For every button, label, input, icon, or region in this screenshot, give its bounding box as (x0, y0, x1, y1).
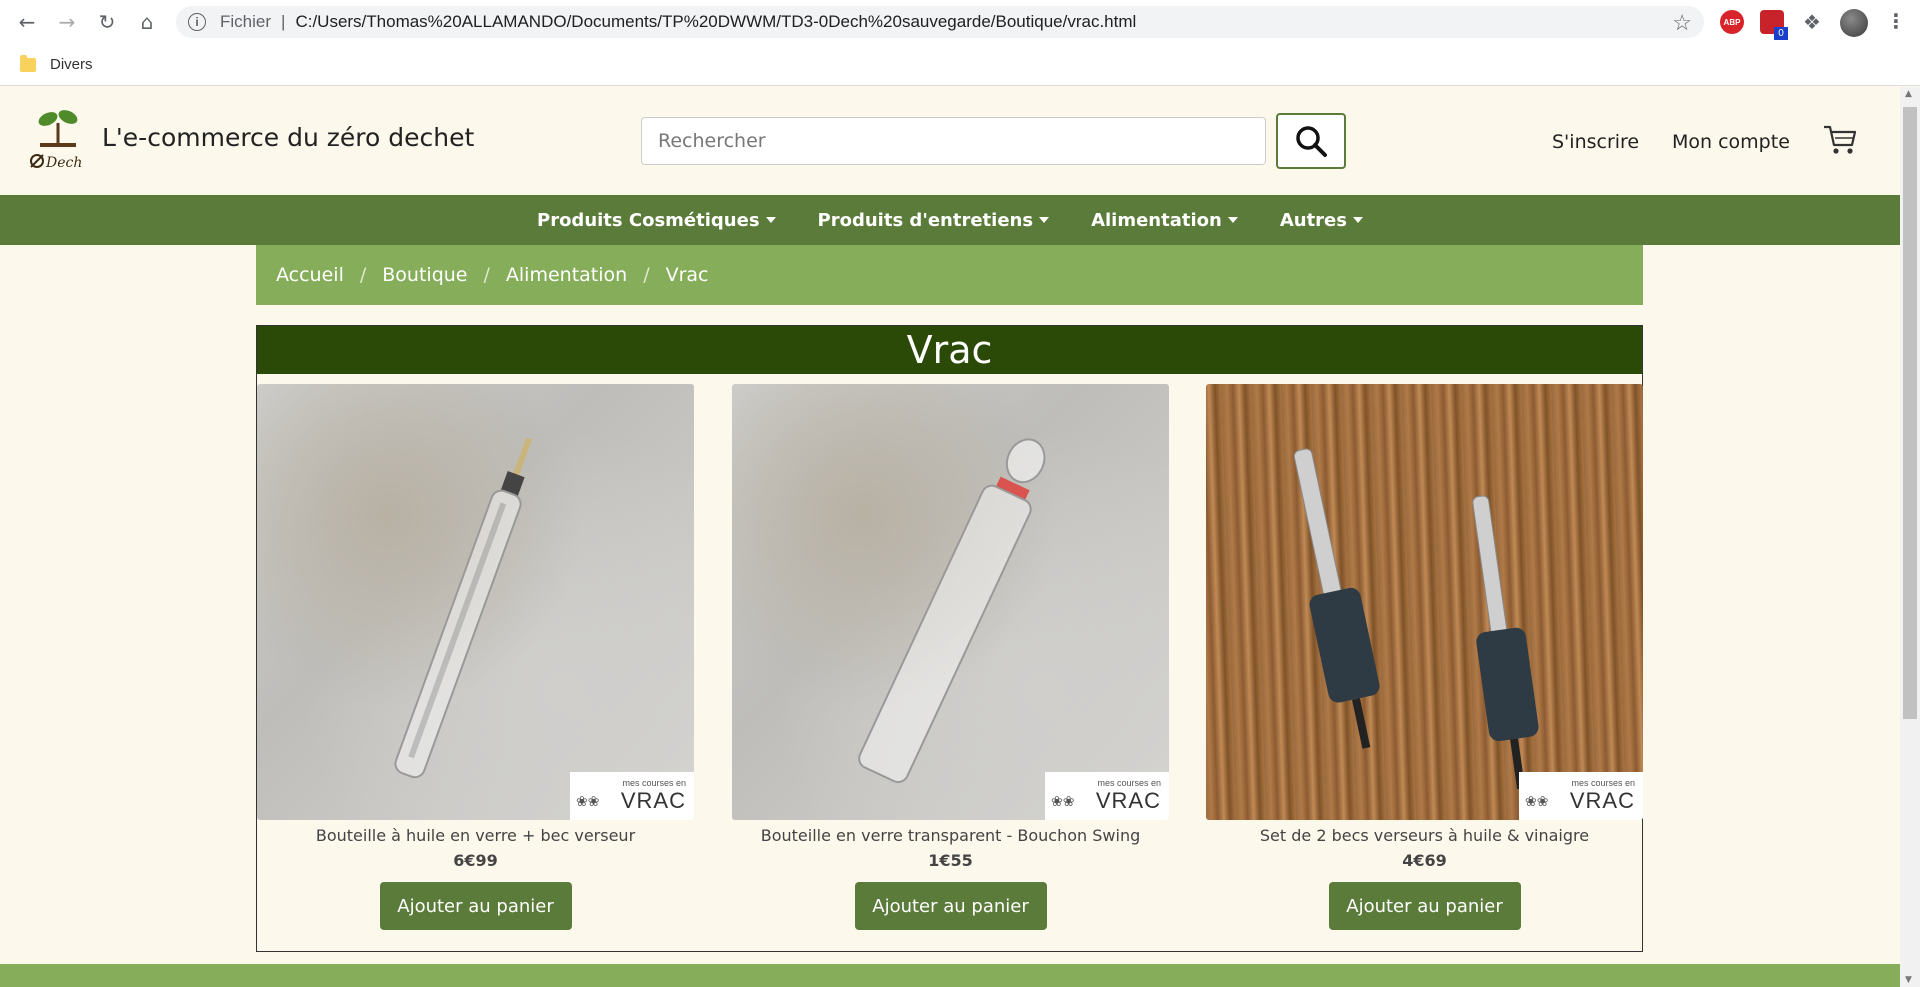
product-name: Bouteille à huile en verre + bec verseur (315, 826, 636, 845)
address-bar[interactable]: i Fichier | C:/Users/Thomas%20ALLAMANDO/… (176, 6, 1704, 38)
product-card: ❀❀ mes courses en VRAC Set de 2 becs ver… (1206, 384, 1643, 930)
bookmarks-bar: Divers (0, 44, 1920, 86)
nav-item-entretiens[interactable]: Produits d'entretiens (818, 210, 1050, 231)
reload-icon[interactable]: ↻ (92, 7, 122, 37)
product-price: 4€69 (1402, 851, 1447, 870)
breadcrumb-accueil[interactable]: Accueil (276, 264, 344, 286)
adblock-icon[interactable]: ABP (1720, 10, 1744, 34)
pourers-image (1293, 448, 1539, 790)
breadcrumb: Accueil / Boutique / Alimentation / Vrac (256, 245, 1643, 305)
product-price: 6€99 (453, 851, 498, 870)
brand-tag: ❀❀ mes courses en VRAC (1045, 772, 1169, 820)
footer-bar (0, 964, 1900, 987)
search-input[interactable] (641, 117, 1266, 165)
breadcrumb-separator: / (483, 264, 490, 286)
site-logo[interactable]: Dech (26, 105, 90, 175)
breadcrumb-separator: / (359, 264, 367, 286)
product-image[interactable]: ❀❀ mes courses en VRAC (1206, 384, 1643, 820)
brand-tag: ❀❀ mes courses en VRAC (1519, 772, 1643, 820)
url-text[interactable]: C:/Users/Thomas%20ALLAMANDO/Documents/TP… (295, 12, 1136, 32)
chevron-down-icon (1039, 217, 1050, 223)
oil-bottle-image (394, 437, 532, 779)
adblock-label: ABP (1723, 17, 1741, 27)
product-price: 1€55 (928, 851, 973, 870)
home-icon[interactable]: ⌂ (132, 7, 162, 37)
svg-text:Dech: Dech (45, 155, 82, 171)
site-title: L'e-commerce du zéro dechet (102, 123, 475, 152)
signup-link[interactable]: S'inscrire (1552, 131, 1639, 153)
brand-big: VRAC (1569, 788, 1635, 813)
product-image[interactable]: ❀❀ mes courses en VRAC (732, 384, 1169, 820)
add-to-cart-button[interactable]: Ajouter au panier (1328, 882, 1521, 930)
info-icon[interactable]: i (188, 13, 206, 31)
main-nav: Produits Cosmétiques Produits d'entretie… (0, 195, 1900, 245)
add-to-cart-button[interactable]: Ajouter au panier (854, 882, 1047, 930)
leaf-icon: ❀❀ (576, 794, 600, 810)
nav-label: Produits d'entretiens (817, 209, 1034, 231)
scroll-down-icon[interactable]: ▼ (1905, 975, 1912, 985)
product-card: ❀❀ mes courses en VRAC Bouteille en verr… (732, 384, 1169, 930)
scroll-up-icon[interactable]: ▲ (1905, 89, 1912, 99)
brand-small: mes courses en (1571, 778, 1635, 788)
nav-item-alimentation[interactable]: Alimentation (1091, 210, 1238, 231)
cart-icon[interactable] (1822, 123, 1858, 157)
scrollbar-thumb[interactable] (1903, 107, 1917, 719)
profile-avatar[interactable] (1840, 9, 1868, 37)
breadcrumb-boutique[interactable]: Boutique (382, 264, 467, 286)
breadcrumb-alimentation[interactable]: Alimentation (506, 264, 627, 286)
breadcrumb-separator: / (643, 264, 650, 286)
url-scheme: Fichier (220, 12, 272, 31)
site-header: Dech L'e-commerce du zéro dechet S'inscr… (0, 87, 1900, 195)
bookmark-star-icon[interactable]: ☆ (1672, 10, 1692, 36)
brand-big: VRAC (1095, 788, 1161, 813)
bookmark-divers[interactable]: Divers (50, 56, 93, 73)
product-name: Set de 2 becs verseurs à huile & vinaigr… (1259, 826, 1590, 845)
folder-icon (20, 54, 36, 72)
swing-bottle-image (858, 438, 1046, 784)
chevron-down-icon (765, 217, 776, 223)
url-separator: | (281, 12, 286, 31)
section-title: Vrac (257, 326, 1642, 374)
products-section: Vrac ❀❀ mes courses en VRAC Bouteille à … (256, 325, 1643, 952)
product-name: Bouteille en verre transparent - Bouchon… (760, 826, 1141, 845)
breadcrumb-current: Vrac (665, 264, 709, 286)
brand-big: VRAC (620, 788, 686, 813)
nav-item-autres[interactable]: Autres (1280, 210, 1363, 231)
brand-tag: ❀❀ mes courses en VRAC (570, 772, 694, 820)
search-button[interactable] (1276, 113, 1346, 169)
back-icon[interactable]: ← (12, 7, 42, 37)
forward-icon[interactable]: → (52, 7, 82, 37)
nav-label: Produits Cosmétiques (537, 209, 760, 231)
extensions-puzzle-icon[interactable]: ❖ (1800, 10, 1824, 34)
search-icon (1296, 126, 1327, 157)
chevron-down-icon (1227, 217, 1238, 223)
add-to-cart-button[interactable]: Ajouter au panier (379, 882, 572, 930)
browser-toolbar: ← → ↻ ⌂ i Fichier | C:/Users/Thomas%20AL… (0, 0, 1920, 44)
account-link[interactable]: Mon compte (1672, 131, 1790, 153)
extension-badge: 0 (1774, 27, 1788, 40)
chevron-down-icon (1352, 217, 1363, 223)
leaf-icon: ❀❀ (1051, 794, 1075, 810)
menu-kebab-icon[interactable]: ⋮ (1886, 9, 1906, 33)
leaf-icon: ❀❀ (1525, 794, 1549, 810)
page-scrollbar[interactable]: ▲ ▼ (1900, 87, 1920, 987)
nav-item-cosmetiques[interactable]: Produits Cosmétiques (537, 210, 776, 231)
page-viewport: Dech L'e-commerce du zéro dechet S'inscr… (0, 87, 1900, 987)
nav-label: Autres (1279, 209, 1347, 231)
nav-label: Alimentation (1091, 209, 1222, 231)
product-card: ❀❀ mes courses en VRAC Bouteille à huile… (257, 384, 694, 930)
extension-icon[interactable]: 0 (1760, 10, 1788, 40)
brand-small: mes courses en (1097, 778, 1161, 788)
product-image[interactable]: ❀❀ mes courses en VRAC (257, 384, 694, 820)
brand-small: mes courses en (622, 778, 686, 788)
